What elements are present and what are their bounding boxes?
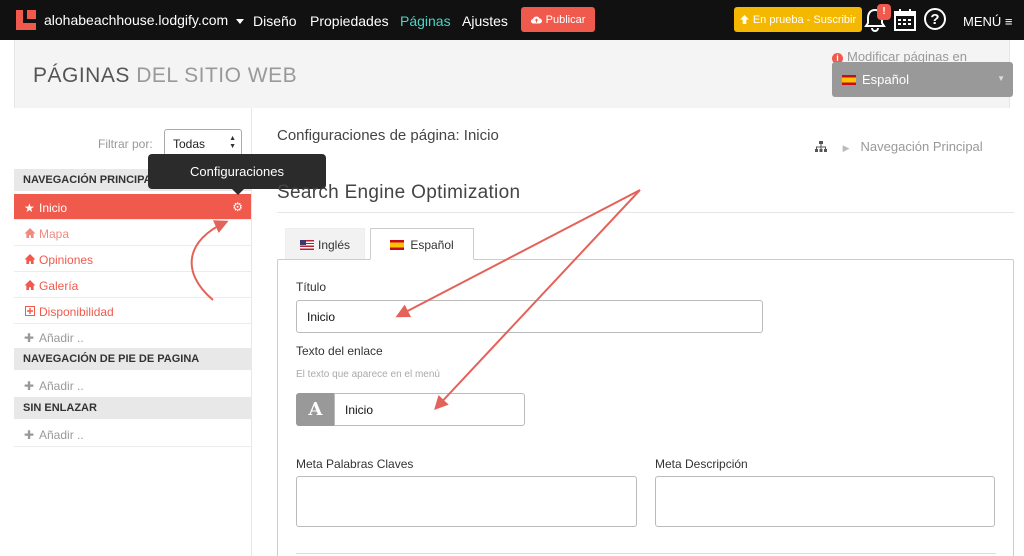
- page-item-label: Inicio: [39, 201, 68, 215]
- page-item-galeria[interactable]: Galería: [14, 272, 251, 298]
- language-select[interactable]: Español ▼: [832, 62, 1013, 97]
- add-page-main[interactable]: ✚ Añadir ..: [14, 324, 251, 350]
- plus-icon: ✚: [24, 331, 35, 345]
- spain-flag-icon: [390, 240, 405, 250]
- sitemap-icon: [815, 141, 827, 152]
- home-icon: [24, 280, 36, 290]
- breadcrumb-separator-icon: ▶: [842, 143, 850, 153]
- divider: [277, 212, 1014, 213]
- title-input[interactable]: Inicio: [296, 300, 763, 333]
- publish-button[interactable]: Publicar: [521, 7, 595, 32]
- meta-keywords-textarea[interactable]: [296, 476, 637, 527]
- spain-flag-icon: [842, 74, 856, 85]
- nav-propiedades[interactable]: Propiedades: [310, 13, 389, 29]
- text-format-icon: A: [296, 393, 335, 426]
- page-item-label: Mapa: [39, 227, 70, 241]
- arrow-up-icon: [739, 15, 749, 24]
- chevron-down-icon: [236, 18, 245, 24]
- filter-value: Todas: [173, 137, 206, 151]
- us-flag-icon: [299, 240, 314, 250]
- gear-icon[interactable]: ⚙: [232, 200, 243, 214]
- breadcrumb: ▶ Navegación Principal: [815, 139, 983, 154]
- link-text-label: Texto del enlace: [296, 344, 383, 358]
- trial-label: En prueba - Suscribir: [752, 13, 857, 26]
- tab-ingles[interactable]: Inglés: [285, 228, 365, 260]
- breadcrumb-current[interactable]: Navegación Principal: [861, 139, 983, 154]
- site-name: alohabeachhouse.lodgify.com: [44, 12, 229, 28]
- divider: [296, 553, 996, 554]
- plus-square-icon: [25, 306, 35, 316]
- tab-espanol[interactable]: Español: [370, 228, 474, 260]
- updown-icon: ▲ ▼: [229, 135, 236, 150]
- notification-badge: !: [877, 4, 891, 20]
- page-title: PÁGINAS DEL SITIO WEB: [33, 64, 297, 88]
- nav-paginas[interactable]: Páginas: [400, 13, 451, 29]
- page-item-label: Galería: [39, 279, 79, 293]
- notifications-button[interactable]: !: [864, 4, 891, 32]
- meta-keywords-label: Meta Palabras Claves: [296, 457, 414, 471]
- nav-ajustes[interactable]: Ajustes: [462, 13, 508, 29]
- add-label: Añadir ..: [39, 428, 84, 442]
- page-title-light: DEL SITIO WEB: [136, 64, 298, 87]
- link-text-input[interactable]: Inicio: [334, 393, 525, 426]
- seo-heading: Search Engine Optimization: [277, 182, 521, 203]
- page-title-strong: PÁGINAS: [33, 64, 130, 87]
- calendar-button[interactable]: [894, 9, 916, 31]
- nav-diseno[interactable]: Diseño: [253, 13, 297, 29]
- subscribe-button[interactable]: En prueba - Suscribir: [734, 7, 862, 32]
- filter-label: Filtrar por:: [98, 137, 153, 151]
- star-icon: ★: [24, 201, 35, 215]
- tab-label: Español: [410, 238, 454, 252]
- page-item-label: Opiniones: [39, 253, 94, 267]
- language-value: Español: [862, 72, 909, 87]
- add-label: Añadir ..: [39, 331, 84, 345]
- page-item-disponibilidad[interactable]: Disponibilidad: [14, 298, 251, 324]
- section-footer-navigation: NAVEGACIÓN DE PIE DE PAGINA: [14, 348, 251, 370]
- home-icon: [24, 254, 36, 264]
- page-item-label: Disponibilidad: [39, 305, 114, 319]
- link-text-hint: El texto que aparece en el menú: [296, 369, 440, 380]
- site-switcher[interactable]: alohabeachhouse.lodgify.com: [44, 12, 245, 28]
- main-menu-button[interactable]: MENÚ ≡: [963, 14, 1012, 29]
- page-settings-title: Configuraciones de página: Inicio: [277, 127, 499, 144]
- section-unlinked: SIN ENLAZAR: [14, 397, 251, 419]
- add-label: Añadir ..: [39, 379, 84, 393]
- plus-icon: ✚: [24, 428, 35, 442]
- plus-icon: ✚: [24, 379, 35, 393]
- add-page-footer[interactable]: ✚ Añadir ..: [14, 372, 251, 398]
- meta-description-label: Meta Descripción: [655, 457, 748, 471]
- lodgify-logo[interactable]: [16, 10, 36, 30]
- help-icon[interactable]: ?: [924, 8, 946, 30]
- publish-label: Publicar: [545, 13, 586, 26]
- home-icon: [24, 228, 36, 238]
- title-label: Título: [296, 280, 327, 294]
- cloud-upload-icon: [530, 16, 542, 24]
- chevron-down-icon: ▼: [997, 74, 1005, 83]
- page-item-mapa[interactable]: Mapa: [14, 220, 251, 246]
- meta-description-textarea[interactable]: [655, 476, 995, 527]
- page-item-opiniones[interactable]: Opiniones: [14, 246, 251, 272]
- calendar-icon: [894, 9, 916, 31]
- add-page-unlinked[interactable]: ✚ Añadir ..: [14, 421, 251, 447]
- page-item-inicio[interactable]: ★ Inicio ⚙: [14, 194, 251, 220]
- tab-label: Inglés: [317, 238, 351, 252]
